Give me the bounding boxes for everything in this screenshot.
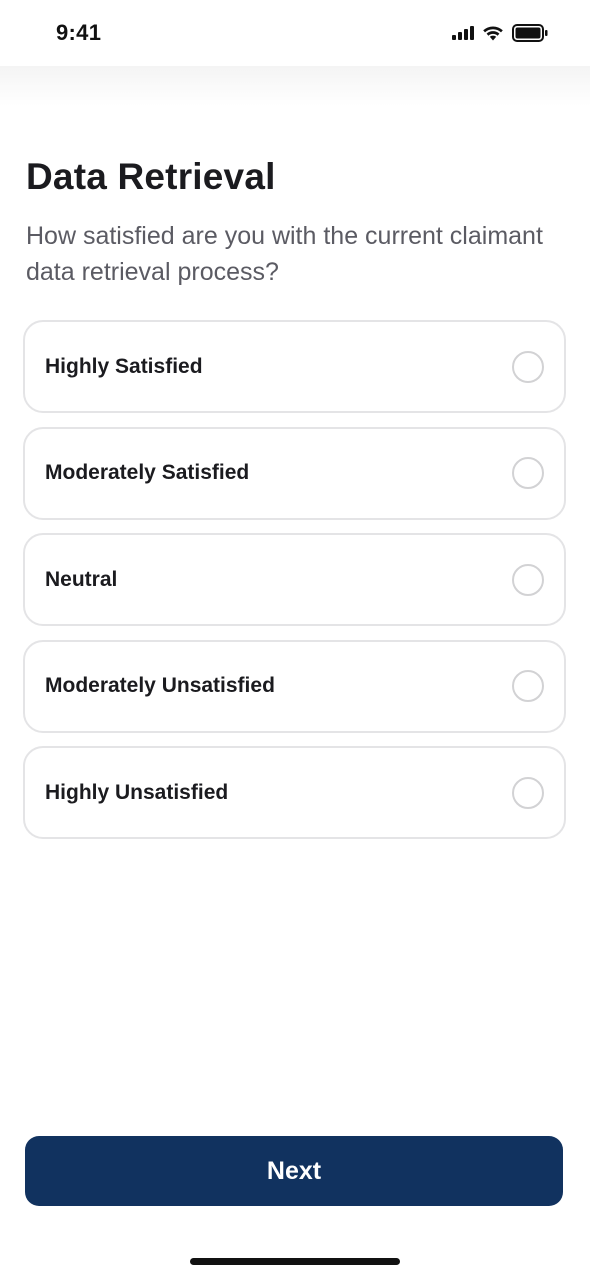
radio-button[interactable]	[512, 457, 544, 489]
home-indicator	[190, 1258, 400, 1265]
question-prompt: How satisfied are you with the current c…	[26, 222, 543, 286]
option-label: Moderately Unsatisfied	[45, 674, 275, 697]
wifi-icon	[482, 25, 504, 41]
battery-icon	[512, 24, 548, 42]
radio-button[interactable]	[512, 563, 544, 596]
status-icons	[452, 24, 548, 42]
header-shadow	[0, 66, 590, 106]
answer-options: Highly Satisfied Moderately Satisfied Ne…	[23, 320, 566, 853]
radio-button[interactable]	[512, 350, 544, 383]
option-label: Moderately Satisfied	[45, 461, 250, 484]
radio-button[interactable]	[512, 776, 544, 809]
option-highly-unsatisfied[interactable]: Highly Unsatisfied	[23, 746, 566, 839]
radio-button[interactable]	[512, 670, 544, 702]
option-moderately-satisfied[interactable]: Moderately Satisfied	[23, 426, 566, 520]
status-time: 9:41	[56, 20, 102, 45]
cellular-signal-icon	[452, 26, 474, 40]
option-neutral[interactable]: Neutral	[23, 533, 566, 626]
page-title: Data Retrieval	[26, 156, 276, 197]
status-bar: 9:41	[0, 0, 590, 66]
option-label: Highly Satisfied	[45, 354, 203, 378]
option-label: Neutral	[45, 567, 118, 591]
option-moderately-unsatisfied[interactable]: Moderately Unsatisfied	[23, 639, 566, 733]
option-highly-satisfied[interactable]: Highly Satisfied	[23, 320, 566, 413]
next-button[interactable]: Next	[25, 1136, 563, 1206]
option-label: Highly Unsatisfied	[45, 780, 229, 804]
